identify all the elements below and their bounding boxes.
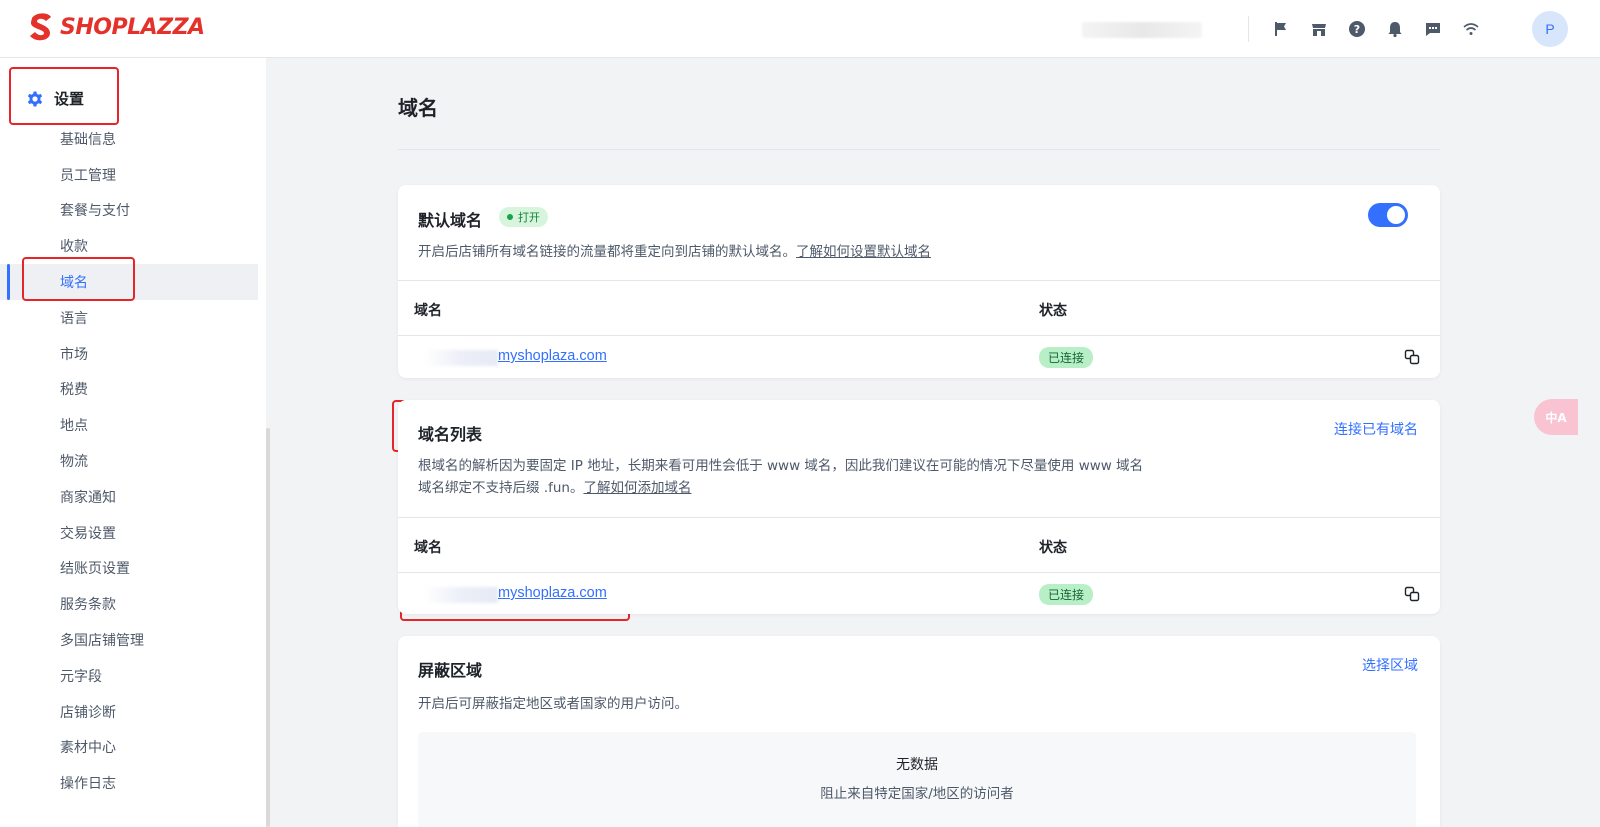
- default-domain-desc: 开启后店铺所有域名链接的流量都将重定向到店铺的默认域名。了解如何设置默认域名: [418, 241, 931, 263]
- sidebar-item[interactable]: 税费: [0, 372, 258, 408]
- domain-list-title: 域名列表: [418, 425, 483, 444]
- sidebar-item[interactable]: 服务条款: [0, 586, 258, 622]
- sidebar-scrollbar-thumb[interactable]: [266, 428, 270, 827]
- sidebar: 设置 基础信息 员工管理 套餐与支付 收款 域名 语言 市场 税费 地点 物流 商家通知 交易设置 结账…: [0, 58, 270, 827]
- sidebar-item-label: 服务条款: [60, 597, 116, 614]
- sidebar-item[interactable]: 素材中心: [0, 730, 258, 766]
- sidebar-item[interactable]: 基础信息: [0, 121, 258, 157]
- connected-badge: 已连接: [1039, 347, 1094, 368]
- bell-icon[interactable]: [1376, 12, 1414, 46]
- sidebar-item-label: 套餐与支付: [60, 203, 130, 220]
- badge-label: 打开: [518, 211, 540, 224]
- logo[interactable]: SHOPLAZZA: [28, 12, 205, 42]
- sidebar-item[interactable]: 市场: [0, 336, 258, 372]
- sidebar-item-label: 操作日志: [60, 776, 116, 793]
- sidebar-item-label: 交易设置: [60, 525, 116, 542]
- sidebar-item[interactable]: 操作日志: [0, 765, 258, 801]
- wifi-icon[interactable]: [1452, 12, 1490, 46]
- empty-title: 无数据: [896, 757, 938, 773]
- default-domain-help-link[interactable]: 了解如何设置默认域名: [796, 244, 931, 260]
- sidebar-item[interactable]: 多国店铺管理: [0, 622, 258, 658]
- account-name-blurred[interactable]: [1082, 22, 1202, 38]
- subdomain-blurred: [424, 587, 498, 603]
- domain-list-help-link[interactable]: 了解如何添加域名: [583, 480, 691, 496]
- connect-existing-domain-link[interactable]: 连接已有域名: [1334, 419, 1418, 439]
- empty-subtitle: 阻止来自特定国家/地区的访问者: [820, 786, 1014, 802]
- sidebar-item-label: 基础信息: [60, 131, 116, 148]
- sidebar-item-label: 收款: [60, 239, 88, 256]
- highlight-domain-nav: [22, 257, 135, 301]
- column-status: 状态: [1039, 540, 1067, 556]
- top-bar: SHOPLAZZA ? P: [0, 0, 1600, 58]
- sidebar-item[interactable]: 地点: [0, 407, 258, 443]
- domain-list-desc-line2: 域名绑定不支持后缀 .fun。了解如何添加域名: [418, 477, 1143, 499]
- sidebar-item[interactable]: 交易设置: [0, 515, 258, 551]
- svg-text:?: ?: [1354, 23, 1360, 36]
- shoplazza-logo-icon: [30, 13, 51, 41]
- domain-list-table-header: 域名 状态: [398, 517, 1440, 573]
- avatar[interactable]: P: [1532, 11, 1568, 47]
- top-divider: [1248, 16, 1249, 42]
- subdomain-blurred: [424, 350, 498, 366]
- sidebar-item-label: 商家通知: [60, 489, 116, 506]
- sidebar-item-label: 多国店铺管理: [60, 633, 144, 650]
- copy-icon[interactable]: [1404, 586, 1420, 602]
- domain-link[interactable]: myshoplaza.com: [498, 348, 607, 364]
- store-icon[interactable]: [1300, 12, 1338, 46]
- status-badge: 打开: [499, 207, 548, 227]
- domain-list-desc-line2-text: 域名绑定不支持后缀 .fun。: [418, 480, 584, 496]
- default-domain-title: 默认域名: [418, 211, 483, 230]
- sidebar-item-label: 素材中心: [60, 740, 116, 757]
- flag-icon[interactable]: [1262, 12, 1300, 46]
- column-domain: 域名: [414, 540, 442, 556]
- sidebar-item-label: 税费: [60, 382, 88, 399]
- sidebar-item[interactable]: 商家通知: [0, 479, 258, 515]
- table-row: myshoplaza.com 已连接: [398, 336, 1440, 378]
- domain-list-card: 域名列表 连接已有域名 根域名的解析因为要固定 IP 地址，长期来看可用性会低于…: [398, 400, 1440, 614]
- sidebar-item-label: 结账页设置: [60, 561, 130, 578]
- sidebar-item-label: 市场: [60, 346, 88, 363]
- logo-text: SHOPLAZZA: [60, 14, 205, 40]
- sidebar-item-label: 语言: [60, 310, 88, 327]
- sidebar-item[interactable]: 元字段: [0, 658, 258, 694]
- domain-list-desc-line1: 根域名的解析因为要固定 IP 地址，长期来看可用性会低于 www 域名，因此我们…: [418, 458, 1144, 474]
- sidebar-item[interactable]: 语言: [0, 300, 258, 336]
- domain-list-desc: 根域名的解析因为要固定 IP 地址，长期来看可用性会低于 www 域名，因此我们…: [418, 455, 1143, 499]
- table-row: myshoplaza.com 已连接: [398, 573, 1440, 614]
- blocked-region-title: 屏蔽区域: [418, 661, 483, 680]
- column-domain: 域名: [414, 303, 442, 319]
- empty-state: 无数据 阻止来自特定国家/地区的访问者: [418, 732, 1416, 827]
- default-domain-desc-text: 开启后店铺所有域名链接的流量都将重定向到店铺的默认域名。: [418, 244, 796, 260]
- sidebar-item-label: 元字段: [60, 668, 102, 685]
- sidebar-items: 基础信息 员工管理 套餐与支付 收款 域名 语言 市场 税费 地点 物流 商家通知 交易设置 结账页设置…: [0, 121, 258, 801]
- default-domain-toggle[interactable]: [1368, 203, 1408, 227]
- top-icons: ?: [1262, 12, 1490, 46]
- column-status: 状态: [1039, 303, 1067, 319]
- connected-badge: 已连接: [1039, 584, 1094, 605]
- sidebar-item[interactable]: 物流: [0, 443, 258, 479]
- sidebar-item-label: 员工管理: [60, 167, 116, 184]
- status-dot: [507, 214, 513, 220]
- message-icon[interactable]: [1414, 12, 1452, 46]
- blocked-region-desc: 开启后可屏蔽指定地区或者国家的用户访问。: [418, 696, 688, 712]
- highlight-settings: [9, 67, 119, 125]
- default-domain-table-header: 域名 状态: [398, 280, 1440, 336]
- sidebar-item-label: 店铺诊断: [60, 704, 116, 721]
- sidebar-item[interactable]: 员工管理: [0, 157, 258, 193]
- sidebar-item-label: 物流: [60, 454, 88, 471]
- page-title: 域名: [398, 96, 438, 120]
- sidebar-item-label: 地点: [60, 418, 88, 435]
- sidebar-item[interactable]: 店铺诊断: [0, 694, 258, 730]
- title-divider: [398, 149, 1440, 150]
- default-domain-card: 默认域名 打开 开启后店铺所有域名链接的流量都将重定向到店铺的默认域名。了解如何…: [398, 185, 1440, 378]
- help-icon[interactable]: ?: [1338, 12, 1376, 46]
- select-region-link[interactable]: 选择区域: [1362, 655, 1418, 675]
- copy-icon[interactable]: [1404, 349, 1420, 365]
- domain-link[interactable]: myshoplaza.com: [498, 585, 607, 601]
- sidebar-item[interactable]: 套餐与支付: [0, 193, 258, 229]
- blocked-region-card: 屏蔽区域 选择区域 开启后可屏蔽指定地区或者国家的用户访问。 无数据 阻止来自特…: [398, 636, 1440, 827]
- translate-button[interactable]: 中A: [1534, 399, 1578, 435]
- sidebar-item[interactable]: 结账页设置: [0, 551, 258, 587]
